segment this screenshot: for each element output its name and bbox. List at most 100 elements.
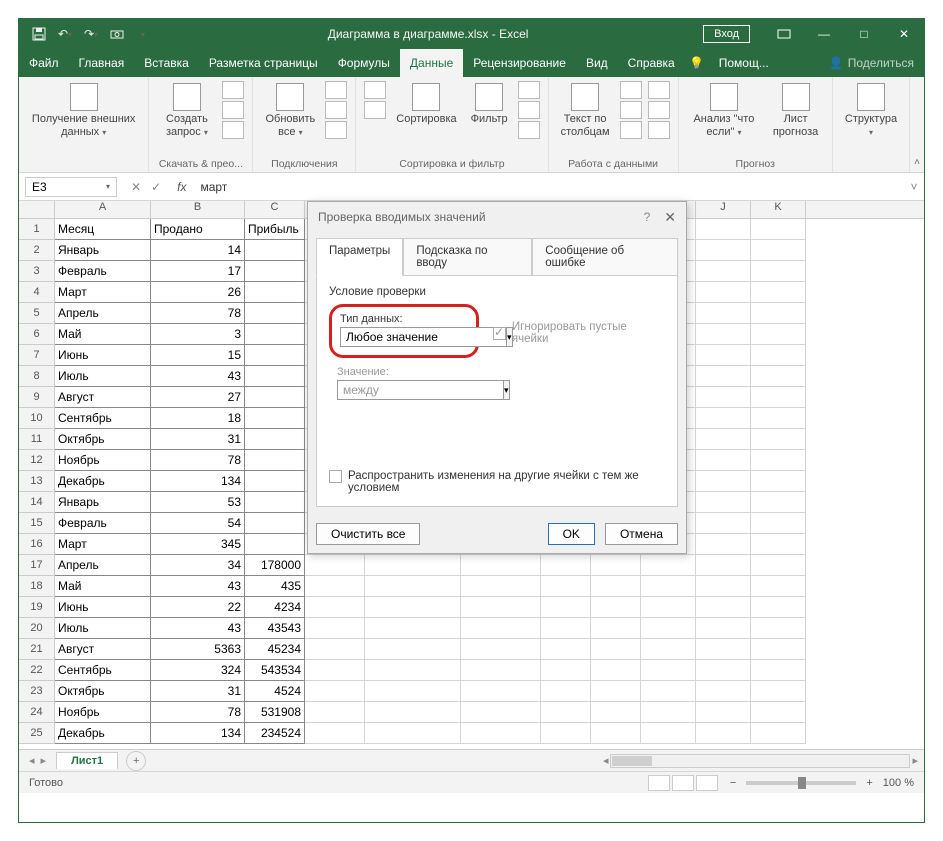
cell[interactable] <box>245 408 305 429</box>
cell[interactable]: Апрель <box>55 555 151 576</box>
scroll-left-icon[interactable]: ◂ <box>603 754 609 767</box>
cell[interactable] <box>751 660 806 681</box>
cell[interactable] <box>751 450 806 471</box>
cell[interactable]: Март <box>55 534 151 555</box>
cell[interactable] <box>751 702 806 723</box>
cell[interactable]: 34 <box>151 555 245 576</box>
cell[interactable] <box>696 618 751 639</box>
chevron-down-icon[interactable]: ▾ <box>106 182 110 191</box>
cell[interactable] <box>541 660 591 681</box>
row-header[interactable]: 17 <box>19 555 55 576</box>
cell[interactable] <box>541 618 591 639</box>
cell[interactable] <box>641 597 696 618</box>
row-header[interactable]: 2 <box>19 240 55 261</box>
get-external-data-button[interactable]: Получение внешних данных ▾ <box>27 81 140 140</box>
cell[interactable] <box>591 681 641 702</box>
save-icon[interactable] <box>29 24 49 44</box>
cell[interactable] <box>461 660 541 681</box>
cell[interactable] <box>696 471 751 492</box>
cell[interactable] <box>541 702 591 723</box>
cell[interactable]: 78 <box>151 450 245 471</box>
cell[interactable] <box>751 597 806 618</box>
cell[interactable] <box>696 408 751 429</box>
cell[interactable] <box>245 240 305 261</box>
cell[interactable] <box>541 681 591 702</box>
cell[interactable] <box>751 408 806 429</box>
minimize-icon[interactable]: — <box>804 19 844 49</box>
cell[interactable]: Февраль <box>55 261 151 282</box>
sheet-tab[interactable]: Лист1 <box>56 752 118 769</box>
ok-button[interactable]: OK <box>548 523 595 545</box>
cell[interactable] <box>751 534 806 555</box>
cell[interactable] <box>751 303 806 324</box>
cell[interactable] <box>751 324 806 345</box>
row-header[interactable]: 6 <box>19 324 55 345</box>
tab-file[interactable]: Файл <box>19 49 69 77</box>
cell[interactable] <box>696 576 751 597</box>
cell[interactable] <box>696 282 751 303</box>
cell[interactable]: 43543 <box>245 618 305 639</box>
cell[interactable] <box>245 324 305 345</box>
cell[interactable] <box>365 681 461 702</box>
cell[interactable] <box>696 345 751 366</box>
view-normal-button[interactable] <box>648 775 670 791</box>
name-box[interactable]: E3▾ <box>25 177 117 197</box>
text-to-columns-button[interactable]: Текст по столбцам <box>557 81 614 140</box>
cell[interactable]: Январь <box>55 240 151 261</box>
cell[interactable] <box>591 576 641 597</box>
cell[interactable] <box>751 513 806 534</box>
cell[interactable] <box>751 555 806 576</box>
cell[interactable] <box>461 723 541 744</box>
cell[interactable] <box>365 555 461 576</box>
cell[interactable] <box>461 618 541 639</box>
cell[interactable] <box>641 723 696 744</box>
cell[interactable] <box>461 681 541 702</box>
cell[interactable]: 78 <box>151 303 245 324</box>
cell[interactable] <box>641 576 696 597</box>
row-header[interactable]: 18 <box>19 576 55 597</box>
clear-all-button[interactable]: Очистить все <box>316 523 420 545</box>
cell[interactable]: Сентябрь <box>55 660 151 681</box>
sheet-nav-prev-icon[interactable]: ◂ <box>29 754 35 767</box>
cell[interactable]: Май <box>55 576 151 597</box>
cell[interactable] <box>365 723 461 744</box>
cell[interactable]: Месяц <box>55 219 151 240</box>
row-header[interactable]: 13 <box>19 471 55 492</box>
forecast-sheet-button[interactable]: Лист прогноза <box>767 81 824 140</box>
accept-formula-icon[interactable]: ✓ <box>151 180 161 194</box>
new-query-button[interactable]: Создать запрос ▾ <box>157 81 216 140</box>
cell[interactable]: 43 <box>151 576 245 597</box>
zoom-slider[interactable] <box>746 781 856 785</box>
cell[interactable]: Март <box>55 282 151 303</box>
mini-btn[interactable] <box>325 121 347 139</box>
whatif-button[interactable]: Анализ "что если" ▾ <box>687 81 762 140</box>
cell[interactable]: Продано <box>151 219 245 240</box>
expand-formula-bar-icon[interactable]: ˅ <box>904 180 924 194</box>
cell[interactable]: 5363 <box>151 639 245 660</box>
column-header[interactable]: A <box>55 201 151 218</box>
cell[interactable]: Октябрь <box>55 681 151 702</box>
cell[interactable]: 345 <box>151 534 245 555</box>
cell[interactable] <box>751 282 806 303</box>
cell[interactable] <box>696 639 751 660</box>
cell[interactable] <box>696 450 751 471</box>
cell[interactable] <box>696 723 751 744</box>
propagate-checkbox[interactable] <box>329 470 342 483</box>
view-pagebreak-button[interactable] <box>696 775 718 791</box>
mini-btn[interactable] <box>518 101 540 119</box>
cell[interactable] <box>751 366 806 387</box>
cell[interactable] <box>541 555 591 576</box>
cell[interactable]: 26 <box>151 282 245 303</box>
tell-me-label[interactable]: Помощ... <box>709 49 779 77</box>
column-header[interactable]: J <box>696 201 751 218</box>
cell[interactable]: 53 <box>151 492 245 513</box>
row-header[interactable]: 7 <box>19 345 55 366</box>
cell[interactable]: Прибыль <box>245 219 305 240</box>
undo-icon[interactable]: ↶▾ <box>55 24 75 44</box>
mini-btn[interactable] <box>325 101 347 119</box>
cell[interactable] <box>696 660 751 681</box>
cell[interactable]: Май <box>55 324 151 345</box>
cell[interactable]: Сентябрь <box>55 408 151 429</box>
row-header[interactable]: 19 <box>19 597 55 618</box>
cell[interactable] <box>696 555 751 576</box>
